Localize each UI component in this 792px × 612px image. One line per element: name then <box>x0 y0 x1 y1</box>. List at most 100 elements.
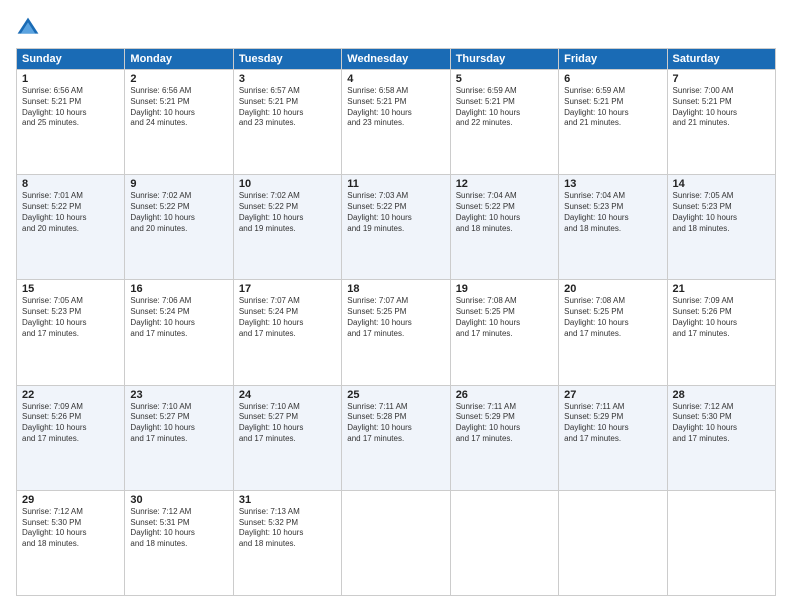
cell-1-1: 9Sunrise: 7:02 AM Sunset: 5:22 PM Daylig… <box>125 175 233 280</box>
day-number: 5 <box>456 73 553 85</box>
cell-info: Sunrise: 7:07 AM Sunset: 5:25 PM Dayligh… <box>347 296 444 339</box>
col-monday: Monday <box>125 49 233 70</box>
cell-4-0: 29Sunrise: 7:12 AM Sunset: 5:30 PM Dayli… <box>17 490 125 595</box>
week-row-2: 15Sunrise: 7:05 AM Sunset: 5:23 PM Dayli… <box>17 280 776 385</box>
cell-info: Sunrise: 7:08 AM Sunset: 5:25 PM Dayligh… <box>564 296 661 339</box>
day-number: 26 <box>456 389 553 401</box>
cell-info: Sunrise: 7:11 AM Sunset: 5:29 PM Dayligh… <box>564 402 661 445</box>
cell-info: Sunrise: 7:05 AM Sunset: 5:23 PM Dayligh… <box>673 191 770 234</box>
day-number: 10 <box>239 178 336 190</box>
day-number: 8 <box>22 178 119 190</box>
cell-0-4: 5Sunrise: 6:59 AM Sunset: 5:21 PM Daylig… <box>450 70 558 175</box>
col-sunday: Sunday <box>17 49 125 70</box>
day-number: 1 <box>22 73 119 85</box>
week-row-4: 29Sunrise: 7:12 AM Sunset: 5:30 PM Dayli… <box>17 490 776 595</box>
day-number: 4 <box>347 73 444 85</box>
cell-info: Sunrise: 7:12 AM Sunset: 5:30 PM Dayligh… <box>22 507 119 550</box>
cell-4-4 <box>450 490 558 595</box>
cell-0-2: 3Sunrise: 6:57 AM Sunset: 5:21 PM Daylig… <box>233 70 341 175</box>
day-number: 23 <box>130 389 227 401</box>
cell-3-0: 22Sunrise: 7:09 AM Sunset: 5:26 PM Dayli… <box>17 385 125 490</box>
cell-info: Sunrise: 7:09 AM Sunset: 5:26 PM Dayligh… <box>22 402 119 445</box>
cell-info: Sunrise: 7:12 AM Sunset: 5:31 PM Dayligh… <box>130 507 227 550</box>
cell-0-3: 4Sunrise: 6:58 AM Sunset: 5:21 PM Daylig… <box>342 70 450 175</box>
cell-info: Sunrise: 7:13 AM Sunset: 5:32 PM Dayligh… <box>239 507 336 550</box>
cell-info: Sunrise: 7:01 AM Sunset: 5:22 PM Dayligh… <box>22 191 119 234</box>
cell-info: Sunrise: 6:56 AM Sunset: 5:21 PM Dayligh… <box>130 86 227 129</box>
cell-4-6 <box>667 490 775 595</box>
day-number: 30 <box>130 494 227 506</box>
day-number: 3 <box>239 73 336 85</box>
header <box>16 16 776 40</box>
col-thursday: Thursday <box>450 49 558 70</box>
day-number: 19 <box>456 283 553 295</box>
cell-1-3: 11Sunrise: 7:03 AM Sunset: 5:22 PM Dayli… <box>342 175 450 280</box>
cell-info: Sunrise: 7:06 AM Sunset: 5:24 PM Dayligh… <box>130 296 227 339</box>
day-number: 24 <box>239 389 336 401</box>
cell-0-5: 6Sunrise: 6:59 AM Sunset: 5:21 PM Daylig… <box>559 70 667 175</box>
cell-3-5: 27Sunrise: 7:11 AM Sunset: 5:29 PM Dayli… <box>559 385 667 490</box>
day-number: 18 <box>347 283 444 295</box>
cell-4-5 <box>559 490 667 595</box>
cell-1-5: 13Sunrise: 7:04 AM Sunset: 5:23 PM Dayli… <box>559 175 667 280</box>
day-number: 16 <box>130 283 227 295</box>
logo <box>16 16 44 40</box>
cell-info: Sunrise: 7:11 AM Sunset: 5:29 PM Dayligh… <box>456 402 553 445</box>
week-row-0: 1Sunrise: 6:56 AM Sunset: 5:21 PM Daylig… <box>17 70 776 175</box>
day-number: 7 <box>673 73 770 85</box>
cell-1-6: 14Sunrise: 7:05 AM Sunset: 5:23 PM Dayli… <box>667 175 775 280</box>
day-number: 28 <box>673 389 770 401</box>
cell-info: Sunrise: 6:57 AM Sunset: 5:21 PM Dayligh… <box>239 86 336 129</box>
cell-3-4: 26Sunrise: 7:11 AM Sunset: 5:29 PM Dayli… <box>450 385 558 490</box>
cell-2-2: 17Sunrise: 7:07 AM Sunset: 5:24 PM Dayli… <box>233 280 341 385</box>
cell-info: Sunrise: 7:12 AM Sunset: 5:30 PM Dayligh… <box>673 402 770 445</box>
cell-2-1: 16Sunrise: 7:06 AM Sunset: 5:24 PM Dayli… <box>125 280 233 385</box>
cell-1-2: 10Sunrise: 7:02 AM Sunset: 5:22 PM Dayli… <box>233 175 341 280</box>
cell-info: Sunrise: 7:05 AM Sunset: 5:23 PM Dayligh… <box>22 296 119 339</box>
cell-info: Sunrise: 6:59 AM Sunset: 5:21 PM Dayligh… <box>456 86 553 129</box>
cell-info: Sunrise: 6:59 AM Sunset: 5:21 PM Dayligh… <box>564 86 661 129</box>
cell-4-2: 31Sunrise: 7:13 AM Sunset: 5:32 PM Dayli… <box>233 490 341 595</box>
cell-2-3: 18Sunrise: 7:07 AM Sunset: 5:25 PM Dayli… <box>342 280 450 385</box>
day-number: 21 <box>673 283 770 295</box>
cell-1-4: 12Sunrise: 7:04 AM Sunset: 5:22 PM Dayli… <box>450 175 558 280</box>
cell-3-3: 25Sunrise: 7:11 AM Sunset: 5:28 PM Dayli… <box>342 385 450 490</box>
cell-2-6: 21Sunrise: 7:09 AM Sunset: 5:26 PM Dayli… <box>667 280 775 385</box>
cell-1-0: 8Sunrise: 7:01 AM Sunset: 5:22 PM Daylig… <box>17 175 125 280</box>
day-number: 14 <box>673 178 770 190</box>
cell-info: Sunrise: 7:02 AM Sunset: 5:22 PM Dayligh… <box>239 191 336 234</box>
day-number: 31 <box>239 494 336 506</box>
day-number: 20 <box>564 283 661 295</box>
cell-info: Sunrise: 7:11 AM Sunset: 5:28 PM Dayligh… <box>347 402 444 445</box>
cell-3-1: 23Sunrise: 7:10 AM Sunset: 5:27 PM Dayli… <box>125 385 233 490</box>
cell-3-6: 28Sunrise: 7:12 AM Sunset: 5:30 PM Dayli… <box>667 385 775 490</box>
week-row-3: 22Sunrise: 7:09 AM Sunset: 5:26 PM Dayli… <box>17 385 776 490</box>
cell-info: Sunrise: 7:09 AM Sunset: 5:26 PM Dayligh… <box>673 296 770 339</box>
column-headers: SundayMondayTuesdayWednesdayThursdayFrid… <box>17 49 776 70</box>
cell-info: Sunrise: 6:56 AM Sunset: 5:21 PM Dayligh… <box>22 86 119 129</box>
cell-info: Sunrise: 7:04 AM Sunset: 5:22 PM Dayligh… <box>456 191 553 234</box>
cell-2-5: 20Sunrise: 7:08 AM Sunset: 5:25 PM Dayli… <box>559 280 667 385</box>
day-number: 2 <box>130 73 227 85</box>
day-number: 27 <box>564 389 661 401</box>
week-row-1: 8Sunrise: 7:01 AM Sunset: 5:22 PM Daylig… <box>17 175 776 280</box>
cell-2-4: 19Sunrise: 7:08 AM Sunset: 5:25 PM Dayli… <box>450 280 558 385</box>
cell-4-1: 30Sunrise: 7:12 AM Sunset: 5:31 PM Dayli… <box>125 490 233 595</box>
cell-info: Sunrise: 7:03 AM Sunset: 5:22 PM Dayligh… <box>347 191 444 234</box>
cell-info: Sunrise: 7:07 AM Sunset: 5:24 PM Dayligh… <box>239 296 336 339</box>
col-friday: Friday <box>559 49 667 70</box>
cell-info: Sunrise: 7:04 AM Sunset: 5:23 PM Dayligh… <box>564 191 661 234</box>
cell-info: Sunrise: 7:10 AM Sunset: 5:27 PM Dayligh… <box>239 402 336 445</box>
cell-info: Sunrise: 7:08 AM Sunset: 5:25 PM Dayligh… <box>456 296 553 339</box>
cell-0-0: 1Sunrise: 6:56 AM Sunset: 5:21 PM Daylig… <box>17 70 125 175</box>
cell-info: Sunrise: 7:02 AM Sunset: 5:22 PM Dayligh… <box>130 191 227 234</box>
day-number: 22 <box>22 389 119 401</box>
cell-3-2: 24Sunrise: 7:10 AM Sunset: 5:27 PM Dayli… <box>233 385 341 490</box>
cell-0-6: 7Sunrise: 7:00 AM Sunset: 5:21 PM Daylig… <box>667 70 775 175</box>
day-number: 9 <box>130 178 227 190</box>
day-number: 13 <box>564 178 661 190</box>
col-tuesday: Tuesday <box>233 49 341 70</box>
day-number: 6 <box>564 73 661 85</box>
day-number: 29 <box>22 494 119 506</box>
page: SundayMondayTuesdayWednesdayThursdayFrid… <box>0 0 792 612</box>
